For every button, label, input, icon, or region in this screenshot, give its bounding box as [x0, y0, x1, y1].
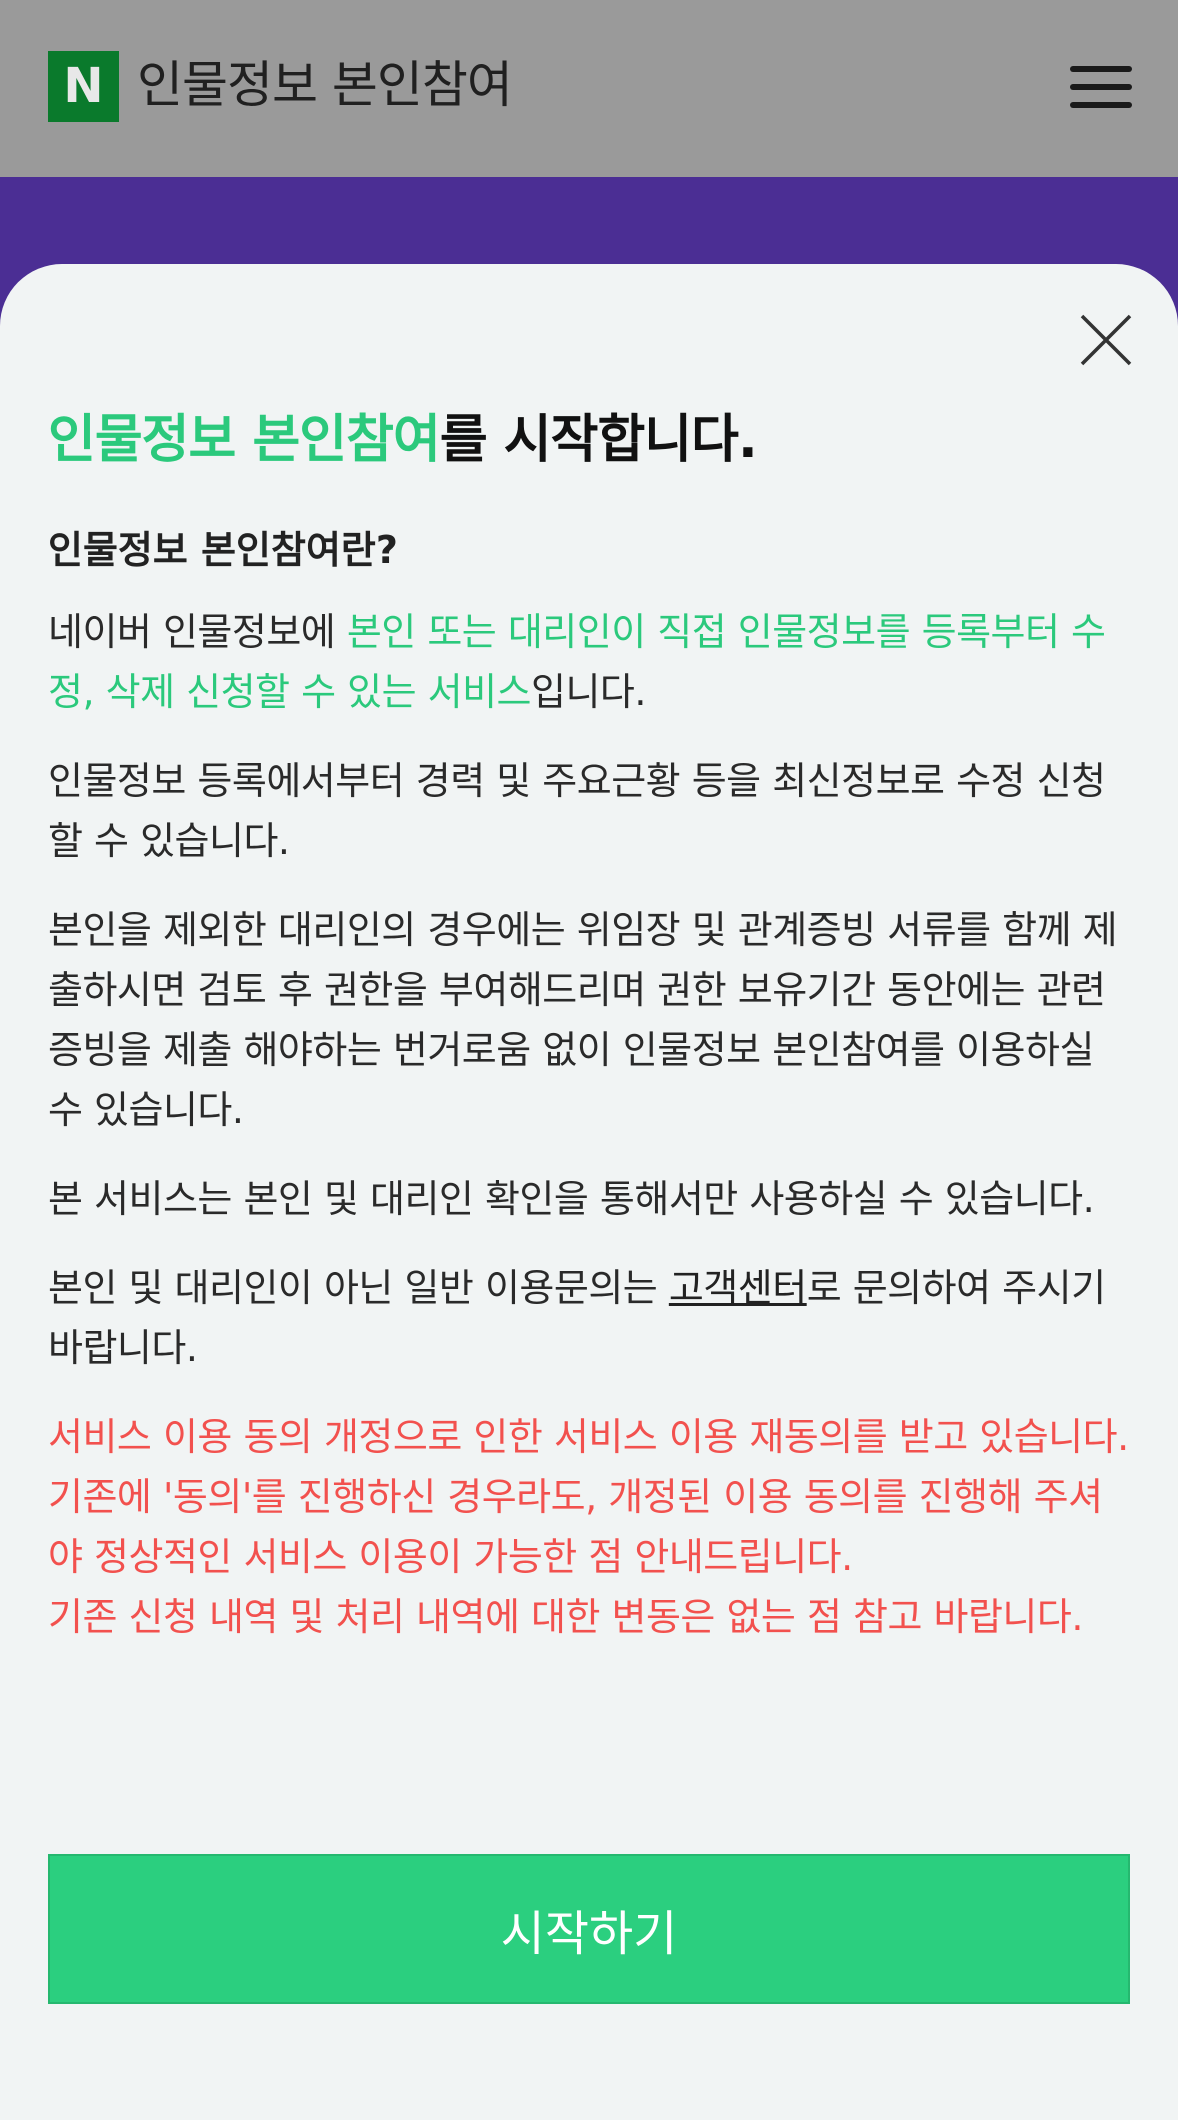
title-highlight: 인물정보 본인참여: [48, 410, 441, 470]
support-text: 본인 및 대리인이 아닌 일반 이용문의는: [48, 1266, 669, 1310]
update-paragraph: 인물정보 등록에서부터 경력 및 주요근황 등을 최신정보로 수정 신청 할 수…: [48, 759, 1106, 863]
reconsent-notice: 서비스 이용 동의 개정으로 인한 서비스 이용 재동의를 받고 있습니다. 기…: [48, 1407, 1133, 1647]
intro-text-end: 입니다.: [531, 670, 646, 714]
start-button[interactable]: 시작하기: [48, 1854, 1130, 2004]
notice-line: 서비스 이용 동의 개정으로 인한 서비스 이용 재동의를 받고 있습니다.: [48, 1415, 1129, 1459]
header-title[interactable]: 인물정보 본인참여: [137, 52, 513, 118]
verification-paragraph: 본 서비스는 본인 및 대리인 확인을 통해서만 사용하실 수 있습니다.: [48, 1177, 1095, 1221]
intro-text: 네이버 인물정보에: [48, 610, 347, 654]
modal-content: 인물정보 본인참여를 시작합니다. 인물정보 본인참여란? 네이버 인물정보에 …: [48, 400, 1133, 1647]
naver-logo[interactable]: N: [48, 51, 119, 122]
support-paragraph: 본인 및 대리인이 아닌 일반 이용문의는 고객센터로 문의하여 주시기 바랍니…: [48, 1258, 1133, 1378]
notice-line: 기존 신청 내역 및 처리 내역에 대한 변동은 없는 점 참고 바랍니다.: [48, 1595, 1083, 1639]
top-header: N 인물정보 본인참여: [0, 0, 1178, 177]
section-subhead: 인물정보 본인참여란?: [48, 528, 398, 572]
modal-title: 인물정보 본인참여를 시작합니다.: [48, 400, 1133, 480]
close-icon[interactable]: [1076, 310, 1136, 370]
title-rest: 를 시작합니다.: [439, 410, 758, 470]
notice-line: 기존에 '동의'를 진행하신 경우라도, 개정된 이용 동의를 진행해 주셔야 …: [48, 1475, 1103, 1579]
intro-paragraph: 네이버 인물정보에 본인 또는 대리인이 직접 인물정보를 등록부터 수정, 삭…: [48, 602, 1133, 722]
proxy-paragraph: 본인을 제외한 대리인의 경우에는 위임장 및 관계증빙 서류를 함께 제출하시…: [48, 908, 1118, 1132]
hamburger-menu-icon[interactable]: [1070, 66, 1132, 108]
customer-center-link[interactable]: 고객센터: [669, 1266, 807, 1310]
